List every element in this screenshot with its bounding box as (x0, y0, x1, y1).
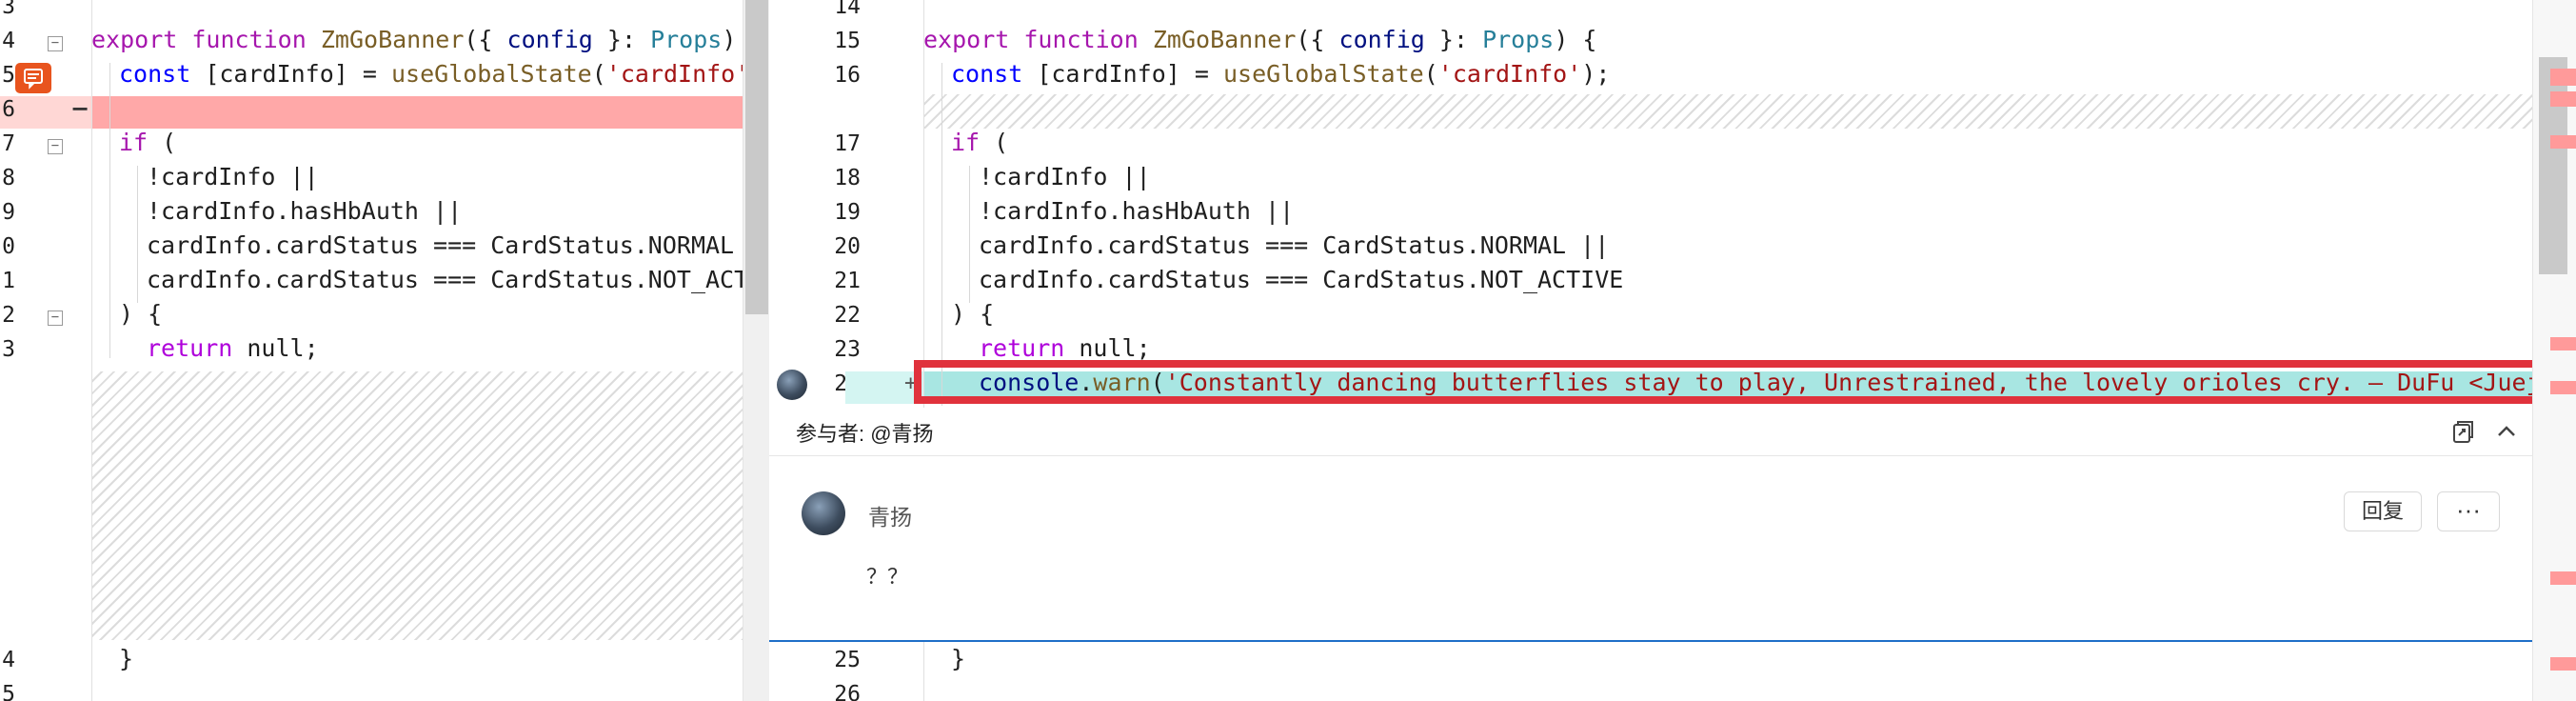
line-number: 14 (834, 0, 861, 19)
line-number: 9 (2, 200, 15, 225)
indent-guide (969, 166, 970, 303)
participants-label: 参与者: @青扬 (796, 422, 934, 446)
indent-guide (109, 63, 110, 358)
line-number: 15 (834, 29, 861, 53)
code-line-18: !cardInfo || (979, 163, 1151, 190)
placeholder-hatch (923, 94, 2532, 129)
code-line-10: cardInfo.cardStatus === CardStatus.NORMA… (147, 231, 743, 259)
fold-icon[interactable]: − (48, 36, 63, 51)
line-number: 8 (2, 166, 15, 190)
gutter-divider (91, 0, 92, 701)
code-line-4: export function ZmGoBanner({ config }: P… (91, 26, 737, 53)
comment-author[interactable]: 青扬 (868, 499, 912, 531)
code-line-22: ) { (951, 300, 995, 328)
line-number: 5 (2, 682, 15, 701)
code-line-19: !cardInfo.hasHbAuth || (979, 197, 1295, 225)
code-line-15: export function ZmGoBanner({ config }: P… (923, 26, 1597, 53)
code-line-14: } (119, 645, 134, 672)
code-line-17: if ( (951, 129, 1009, 156)
line-number: 6 (2, 97, 15, 122)
line-number: 17 (834, 131, 861, 156)
code-line-25: } (951, 645, 966, 672)
left-diff-pane: 3 4 5 6 7 8 9 0 1 2 3 4 5 − − − − export… (0, 0, 743, 701)
code-line-16: const [cardInfo] = useGlobalState('cardI… (951, 60, 1611, 88)
indent-guide (137, 166, 138, 303)
code-line-7: if ( (119, 129, 177, 156)
line-number: 23 (834, 337, 861, 362)
comment-icon[interactable] (15, 63, 51, 93)
line-number: 3 (2, 337, 15, 362)
fold-icon[interactable]: − (48, 139, 63, 154)
overview-marker (2550, 69, 2576, 86)
line-number: 7 (2, 131, 15, 156)
line-number: 25 (834, 648, 861, 672)
code-line-9: !cardInfo.hasHbAuth || (147, 197, 463, 225)
overview-marker (2550, 381, 2576, 394)
code-line-11: cardInfo.cardStatus === CardStatus.NOT_A… (147, 266, 743, 293)
line-number: 3 (2, 0, 15, 19)
right-scrollbar[interactable] (2532, 0, 2576, 701)
indent-guide (941, 63, 942, 406)
copy-link-icon[interactable] (2448, 417, 2477, 446)
line-number: 18 (834, 166, 861, 190)
code-line-12: ) { (119, 300, 163, 328)
code-line-21: cardInfo.cardStatus === CardStatus.NOT_A… (979, 266, 1624, 293)
line-number: 4 (2, 29, 15, 53)
more-icon[interactable]: ··· (2437, 491, 2500, 531)
line-number: 21 (834, 269, 861, 293)
code-line-8: !cardInfo || (147, 163, 319, 190)
line-number: 20 (834, 234, 861, 259)
placeholder-hatch (91, 371, 743, 640)
code-line-13: return null; (147, 334, 319, 362)
code-line-20: cardInfo.cardStatus === CardStatus.NORMA… (979, 231, 1610, 259)
left-scrollbar[interactable] (743, 0, 770, 701)
line-number: 4 (2, 648, 15, 672)
line-number: 5 (2, 63, 15, 88)
line-number: 16 (834, 63, 861, 88)
line-number: 0 (2, 234, 15, 259)
chevron-up-icon[interactable] (2492, 417, 2521, 446)
overview-marker (2550, 337, 2576, 350)
avatar[interactable] (777, 370, 807, 400)
overview-marker (2550, 91, 2576, 107)
comment-body: ？？ (866, 565, 909, 589)
line-number: 1 (2, 269, 15, 293)
line-number: 19 (834, 200, 861, 225)
comment-thread-panel: 参与者: @青扬 青扬 回复 ··· ？？ (769, 408, 2532, 642)
panel-divider (769, 455, 2532, 456)
avatar[interactable] (802, 491, 845, 535)
deleted-line-marker: − (70, 95, 90, 122)
line-number: 22 (834, 303, 861, 328)
deleted-line-highlight (91, 96, 743, 129)
line-number: 26 (834, 682, 861, 701)
line-number: 2 (2, 303, 15, 328)
overview-marker (2550, 135, 2576, 149)
code-line-5: const [cardInfo] = useGlobalState('cardI… (119, 60, 743, 88)
annotation-highlight-box (914, 360, 2576, 404)
scrollbar-thumb[interactable] (2539, 57, 2567, 274)
code-line-23: return null; (979, 334, 1151, 362)
overview-marker (2550, 657, 2576, 671)
overview-marker (2550, 571, 2576, 585)
fold-icon[interactable]: − (48, 310, 63, 326)
reply-button[interactable]: 回复 (2344, 491, 2422, 531)
scrollbar-thumb[interactable] (745, 0, 768, 314)
